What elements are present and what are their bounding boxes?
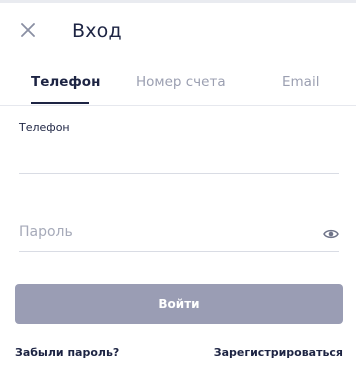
show-password-button[interactable] xyxy=(321,226,341,242)
phone-field-label: Телефон xyxy=(19,121,70,134)
password-input[interactable] xyxy=(19,214,317,250)
phone-input[interactable] xyxy=(19,138,339,174)
header: Вход xyxy=(0,14,356,50)
active-tab-indicator xyxy=(31,102,89,104)
password-underline xyxy=(19,251,339,252)
top-divider xyxy=(0,0,356,3)
forgot-password-link[interactable]: Забыли пароль? xyxy=(15,346,119,359)
register-link[interactable]: Зарегистрироваться xyxy=(214,346,343,359)
tab-phone[interactable]: Телефон xyxy=(31,74,100,90)
tab-account-number[interactable]: Номер счета xyxy=(136,74,226,90)
close-button[interactable] xyxy=(16,16,40,44)
tab-bar: Телефон Номер счета Email xyxy=(0,66,356,106)
page-title: Вход xyxy=(72,20,122,42)
close-icon xyxy=(21,23,35,37)
tab-email[interactable]: Email xyxy=(282,74,319,90)
login-button[interactable]: Войти xyxy=(15,284,343,324)
eye-icon xyxy=(323,229,339,239)
